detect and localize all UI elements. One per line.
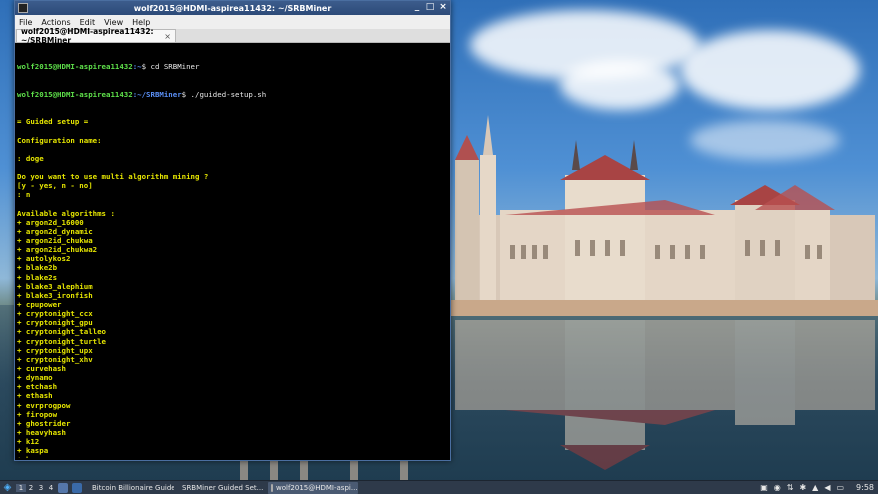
battery-icon[interactable]: ▭ <box>836 483 844 492</box>
algorithm-list-item: + argon2d_dynamic <box>17 226 93 236</box>
algorithm-list-item: + cryptonight_upx <box>17 345 93 355</box>
tab-label: wolf2015@HDMI-aspirea11432: ~/SRBMiner <box>21 27 154 45</box>
algorithm-list-item: + curvehash <box>17 364 66 374</box>
algorithm-list-item: + ethash <box>17 391 53 401</box>
maximize-button[interactable]: □ <box>425 2 435 13</box>
parliament-building <box>455 115 875 305</box>
network-icon[interactable]: ⇅ <box>787 483 794 492</box>
window-title: wolf2015@HDMI-aspirea11432: ~/SRBMiner <box>133 3 332 13</box>
workspace-2[interactable]: 2 <box>26 484 36 492</box>
settings-icon[interactable]: ◉ <box>774 483 781 492</box>
algorithm-list-item: + firopow <box>17 409 58 419</box>
algorithm-list-item: + cryptonight_gpu <box>17 318 93 328</box>
prompt-line: wolf2015@HDMI-aspirea11432:~$ cd SRBMine… <box>17 62 200 72</box>
algorithm-list-item: + blake2s <box>17 272 58 282</box>
bluetooth-icon[interactable]: ✱ <box>799 483 806 492</box>
terminal-window[interactable]: wolf2015@HDMI-aspirea11432: ~/SRBMiner _… <box>14 0 451 461</box>
update-icon[interactable]: ▲ <box>812 483 818 492</box>
menu-file[interactable]: File <box>19 18 32 27</box>
terminal-line: : n <box>17 190 31 200</box>
workspace-1[interactable]: 1 <box>16 483 26 492</box>
algorithm-list-item: + blake3_ironfish <box>17 290 93 300</box>
algorithm-list-item: + blake2b <box>17 263 58 273</box>
clock[interactable]: 9:58 <box>856 483 874 492</box>
minimize-button[interactable]: _ <box>412 2 422 13</box>
algorithm-list-item: + cryptonight_talleo <box>17 327 106 337</box>
taskbar: ◈ 1 2 3 4 Bitcoin Billionaire Guide... S… <box>0 480 878 494</box>
cloud <box>680 30 860 110</box>
tab-close-icon[interactable]: × <box>164 32 171 41</box>
algorithm-list-item: + autolykos2 <box>17 254 71 264</box>
embankment <box>450 300 878 316</box>
algorithm-list-item: + kaspa <box>17 446 49 456</box>
terminal-line: : doge <box>17 153 44 163</box>
algorithm-list-item: + cryptonight_turtle <box>17 336 106 346</box>
algorithm-list-item: + etchash <box>17 382 58 392</box>
algorithm-list-item: + kawpow <box>17 455 448 458</box>
tab-bar: wolf2015@HDMI-aspirea11432: ~/SRBMiner × <box>15 27 450 45</box>
algorithm-list-item: + cryptonight_ccx <box>17 309 93 319</box>
terminal-icon <box>271 483 273 492</box>
menu-actions[interactable]: Actions <box>41 18 70 27</box>
close-button[interactable]: × <box>438 2 448 13</box>
prompt-line: wolf2015@HDMI-aspirea11432:~/SRBMiner$ .… <box>17 89 267 99</box>
terminal-output[interactable]: wolf2015@HDMI-aspirea11432:~$ cd SRBMine… <box>17 44 448 458</box>
algorithm-list-item: + cpupower <box>17 300 62 310</box>
algorithm-list-item: + argon2d_16000 <box>17 217 84 227</box>
system-tray: ▣ ◉ ⇅ ✱ ▲ ◀ ▭ 9:58 <box>760 483 878 492</box>
algorithm-list-item: + cryptonight_xhv <box>17 354 93 364</box>
algorithm-list-item: + ghostrider <box>17 418 71 428</box>
terminal-line: [y - yes, n - no] <box>17 181 93 191</box>
terminal-line: Configuration name: <box>17 135 102 145</box>
workspace-3[interactable]: 3 <box>36 484 46 492</box>
algorithm-list-item: + k12 <box>17 437 40 447</box>
algorithm-list-item: + dynamo <box>17 373 53 383</box>
window-titlebar[interactable]: wolf2015@HDMI-aspirea11432: ~/SRBMiner _… <box>15 1 450 15</box>
volume-icon[interactable]: ◀ <box>824 483 830 492</box>
menu-edit[interactable]: Edit <box>80 18 96 27</box>
task-bitcoin-guide[interactable]: Bitcoin Billionaire Guide... <box>86 482 174 494</box>
terminal-line: Do you want to use multi algorithm minin… <box>17 172 209 182</box>
cloud <box>560 60 680 110</box>
algorithm-list-item: + argon2id_chukwa2 <box>17 245 98 255</box>
terminal-line: = Guided setup = <box>17 117 89 127</box>
start-menu-icon[interactable]: ◈ <box>2 482 13 493</box>
show-desktop-icon[interactable] <box>58 482 68 493</box>
workspace-4[interactable]: 4 <box>46 484 56 492</box>
algorithm-list-item: + blake3_alephium <box>17 281 93 291</box>
menu-help[interactable]: Help <box>132 18 150 27</box>
algorithm-list-item: + heavyhash <box>17 428 66 437</box>
terminal-tab[interactable]: wolf2015@HDMI-aspirea11432: ~/SRBMiner × <box>16 27 176 45</box>
task-srbminer-browser[interactable]: SRBMiner Guided Set... <box>176 482 266 494</box>
terminal-line: Available algorithms : <box>17 208 115 218</box>
menu-view[interactable]: View <box>104 18 123 27</box>
file-manager-icon[interactable] <box>72 482 82 493</box>
display-icon[interactable]: ▣ <box>760 483 768 492</box>
algorithm-list-item: + argon2id_chukwa <box>17 236 93 246</box>
task-terminal[interactable]: wolf2015@HDMI-aspi... <box>268 481 358 494</box>
building-reflection <box>455 320 875 470</box>
algorithm-list-item: + evrprogpow <box>17 400 71 410</box>
